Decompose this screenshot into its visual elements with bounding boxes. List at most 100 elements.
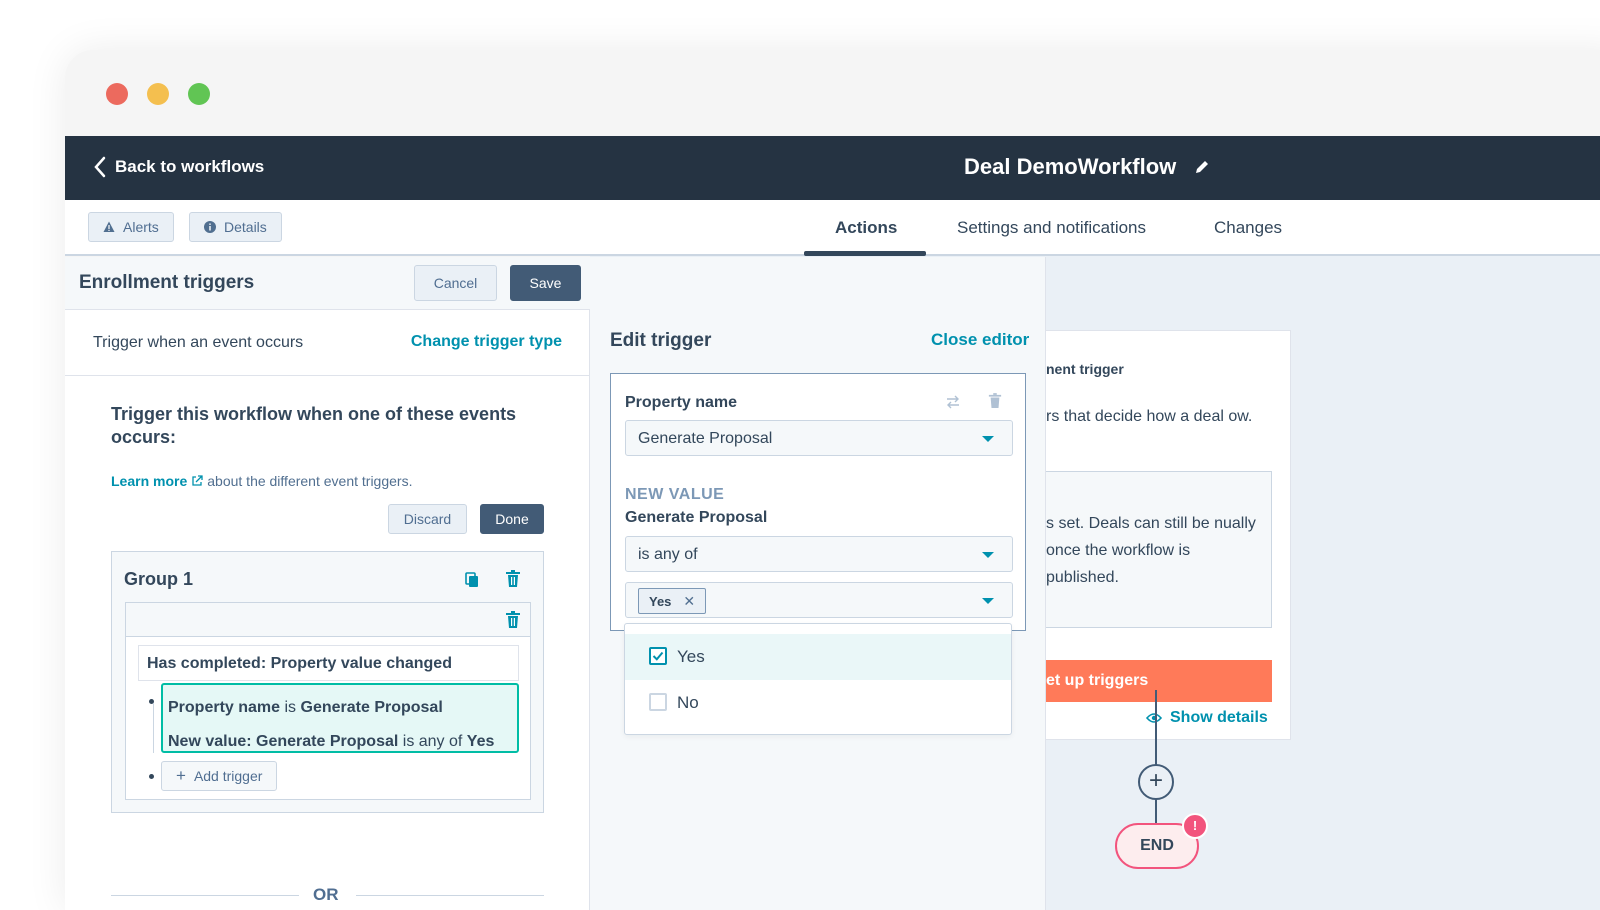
tab-changes[interactable]: Changes [1214, 218, 1282, 238]
group-title: Group 1 [124, 569, 194, 589]
clone-icon[interactable] [464, 571, 480, 589]
pencil-icon[interactable] [1194, 159, 1210, 175]
checkmark-icon [652, 651, 664, 661]
show-details-link[interactable]: Show details [1146, 709, 1268, 727]
caret-down-icon [982, 552, 994, 558]
alerts-label: Alerts [123, 219, 159, 235]
discard-button[interactable]: Discard [388, 504, 467, 534]
enrollment-triggers-panel: Enrollment triggers Cancel Save Trigger … [65, 257, 590, 910]
trigger-editor-card: Property name Generate Proposal NEW VALU… [610, 373, 1026, 631]
add-trigger-button[interactable]: + Add trigger [161, 761, 278, 791]
change-trigger-type-link[interactable]: Change trigger type [411, 333, 562, 351]
window-maximize-dot[interactable] [188, 83, 210, 105]
panel-header: Enrollment triggers Cancel Save [65, 257, 590, 310]
checkbox-checked[interactable] [649, 647, 667, 665]
trigger-filter-box: Has completed: Property value changed Pr… [125, 602, 531, 800]
workflow-title: Deal DemoWorkflow [964, 154, 1210, 180]
checkbox-unchecked[interactable] [649, 693, 667, 711]
edit-trigger-title: Edit trigger [610, 330, 712, 351]
filter-new-value-name: New value: Generate Proposal [168, 733, 399, 750]
property-filter-card[interactable]: Property name is Generate Proposal New v… [161, 683, 519, 753]
eye-icon [1146, 713, 1162, 723]
add-action-button[interactable]: + [1138, 764, 1174, 800]
filter-tree-line [153, 703, 154, 753]
divider-line [356, 895, 544, 896]
option-label: Yes [677, 647, 705, 666]
filter-property-value: Generate Proposal [300, 699, 443, 716]
workflow-title-text: Deal DemoWorkflow [964, 154, 1177, 179]
filter-operator: is [280, 699, 301, 716]
back-label: Back to workflows [115, 157, 265, 176]
external-link-icon [192, 475, 203, 486]
alert-badge[interactable]: ! [1182, 813, 1208, 839]
trigger-type-text: Trigger when an event occurs [93, 334, 304, 351]
card-heading: nent trigger [1046, 361, 1124, 377]
filter-property-name: Property name [168, 699, 281, 716]
trash-icon[interactable] [505, 611, 521, 629]
sub-toolbar: Alerts Details Actions Settings and noti… [65, 200, 1600, 256]
filter-line-value: New value: Generate Proposal is any of Y… [168, 725, 512, 759]
done-button[interactable]: Done [480, 504, 544, 534]
filter-line-property: Property name is Generate Proposal [168, 691, 512, 725]
new-value-heading: NEW VALUE [625, 486, 725, 503]
close-editor-link[interactable]: Close editor [931, 330, 1029, 350]
info-text: s set. Deals can still be nually once th… [1046, 515, 1256, 586]
window-close-dot[interactable] [106, 83, 128, 105]
selected-value-tag: Yes ✕ [638, 588, 707, 614]
value-options-dropdown: Yes No [624, 623, 1012, 735]
top-nav-bar: Back to workflows Deal DemoWorkflow [65, 136, 1600, 200]
trigger-type-row: Trigger when an event occurs Change trig… [65, 310, 590, 376]
card-text: rs that decide how a deal ow. [1046, 408, 1253, 425]
panel-title: Enrollment triggers [79, 272, 255, 293]
app-window: Back to workflows Deal DemoWorkflow Aler… [65, 50, 1600, 910]
caret-down-icon [982, 436, 994, 442]
learn-more-row: Learn more about the different event trig… [111, 473, 412, 489]
tag-label: Yes [649, 593, 672, 609]
warning-icon [103, 221, 115, 232]
trigger-question: Trigger this workflow when one of these … [111, 404, 517, 447]
cancel-button[interactable]: Cancel [414, 265, 497, 301]
window-minimize-dot[interactable] [147, 83, 169, 105]
remove-tag-icon[interactable]: ✕ [683, 593, 695, 610]
learn-more-link[interactable]: Learn more [111, 473, 187, 489]
details-button[interactable]: Details [189, 212, 282, 242]
tab-actions[interactable]: Actions [835, 218, 897, 238]
option-yes[interactable]: Yes [625, 634, 1011, 680]
property-name-label: Property name [625, 394, 738, 411]
filter-new-value: Yes [466, 733, 495, 750]
info-box: s set. Deals can still be nually once th… [1046, 471, 1272, 628]
bullet [149, 774, 154, 779]
add-trigger-label: Add trigger [193, 768, 263, 784]
operator-select[interactable]: is any of [625, 536, 1013, 572]
set-up-triggers-button[interactable]: et up triggers [1046, 660, 1272, 702]
tab-settings-and-notifications[interactable]: Settings and notifications [957, 218, 1146, 238]
option-label: No [677, 693, 699, 712]
learn-more-suffix: about the different event triggers. [207, 473, 413, 489]
new-value-property-label: Generate Proposal [625, 509, 768, 526]
swap-icon[interactable] [946, 395, 960, 409]
plus-icon: + [176, 766, 186, 785]
caret-down-icon [982, 598, 994, 604]
enrollment-trigger-card: nent trigger rs that decide how a deal o… [1046, 330, 1291, 740]
info-icon [204, 221, 216, 233]
event-condition[interactable]: Has completed: Property value changed [138, 645, 519, 681]
divider-line [111, 895, 299, 896]
filter-operator: is any of [398, 733, 467, 750]
back-to-workflows-link[interactable]: Back to workflows [93, 156, 264, 178]
or-label: OR [313, 885, 339, 904]
alerts-button[interactable]: Alerts [88, 212, 174, 242]
filter-box-header [126, 603, 530, 637]
details-label: Details [224, 219, 267, 235]
trash-icon[interactable] [505, 570, 521, 588]
trigger-group: Group 1 Has completed: Property value ch… [111, 551, 544, 813]
operator-value: is any of [638, 546, 698, 563]
chevron-left-icon [94, 156, 106, 178]
option-no[interactable]: No [625, 680, 1011, 726]
save-button[interactable]: Save [510, 265, 581, 301]
show-details-label: Show details [1170, 709, 1268, 726]
edit-trigger-panel: Edit trigger Close editor Property name … [590, 257, 1046, 910]
trash-icon[interactable] [988, 393, 1002, 409]
value-multiselect[interactable]: Yes ✕ [625, 582, 1013, 618]
property-name-select[interactable]: Generate Proposal [625, 420, 1013, 456]
or-divider: OR [111, 885, 544, 905]
